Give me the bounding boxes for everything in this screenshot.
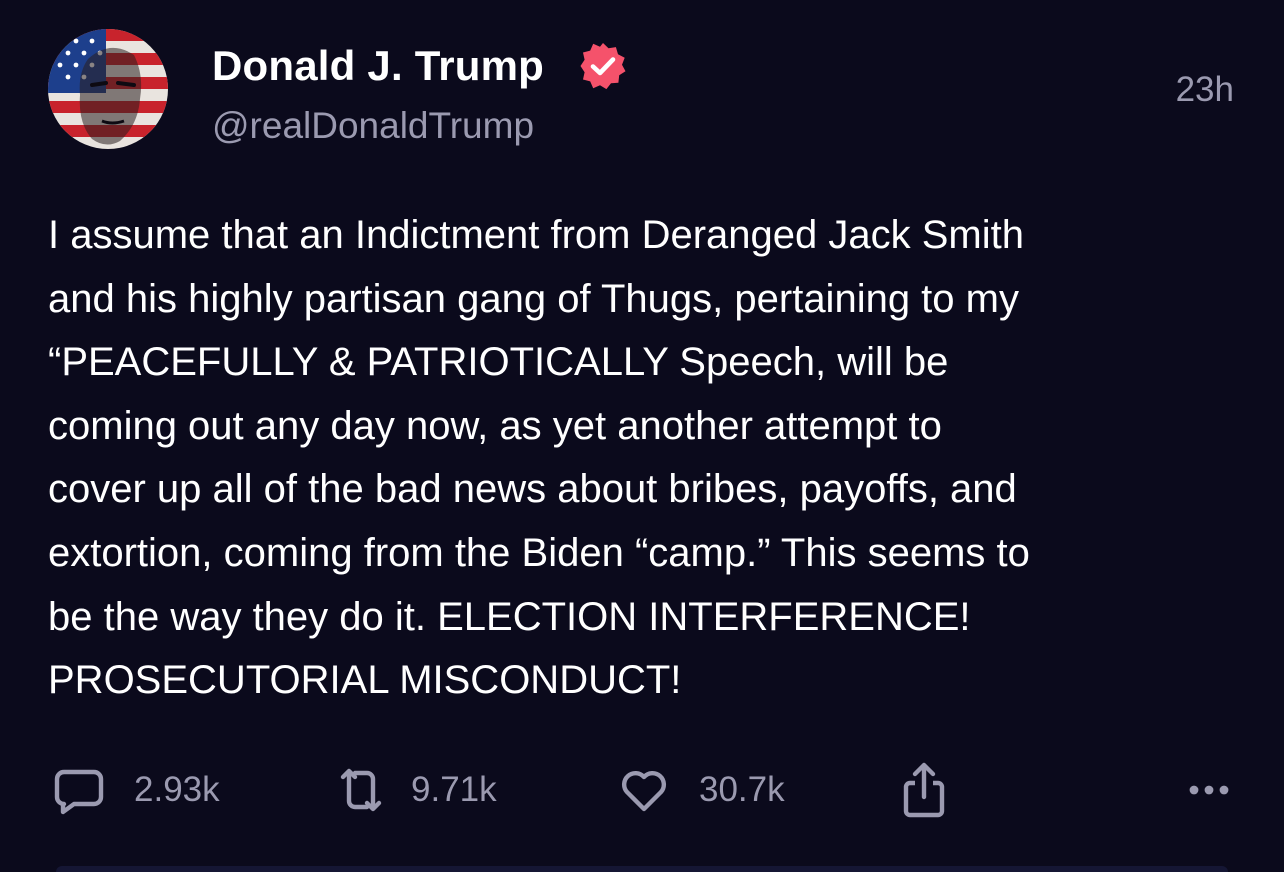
heart-icon <box>621 771 667 812</box>
post-action-bar: 2.93k 9.71k 30.7k <box>0 758 1284 822</box>
like-button[interactable]: 30.7k <box>617 758 785 822</box>
post-timestamp[interactable]: 23h <box>1176 66 1234 114</box>
post-body-line: “PEACEFULLY & PATRIOTICALLY Speech, will… <box>48 340 949 385</box>
post-body-line: be the way they do it. ELECTION INTERFER… <box>48 594 971 639</box>
post-body-line: I assume that an Indictment from Derange… <box>48 213 1024 257</box>
next-card-edge <box>56 866 1228 872</box>
like-count: 30.7k <box>699 770 785 809</box>
reply-icon <box>54 769 104 815</box>
more-options-button[interactable] <box>1186 770 1232 810</box>
avatar[interactable] <box>48 29 168 149</box>
verified-badge-icon <box>578 41 628 91</box>
repost-count: 9.71k <box>411 770 497 809</box>
post-body-line: coming out any day now, as yet another a… <box>48 403 942 448</box>
share-icon <box>903 762 945 818</box>
post-body-line: and his highly partisan gang of Thugs, p… <box>48 276 1019 321</box>
reply-button[interactable]: 2.93k <box>52 758 220 822</box>
author-handle[interactable]: @realDonaldTrump <box>212 101 534 151</box>
reply-count: 2.93k <box>134 770 220 809</box>
post-body: I assume that an Indictment from Derange… <box>48 204 1248 713</box>
flag-portrait-avatar-icon <box>48 29 168 149</box>
post-card: Donald J. Trump @realDonaldTrump 23h I a… <box>0 0 1284 872</box>
post-body-line: PROSECUTORIAL MISCONDUCT! <box>48 658 682 703</box>
share-button[interactable] <box>898 758 950 822</box>
author-display-name[interactable]: Donald J. Trump <box>212 38 544 94</box>
post-body-line: cover up all of the bad news about bribe… <box>48 467 1017 512</box>
post-body-line: extortion, coming from the Biden “camp.”… <box>48 530 1030 575</box>
more-options-icon <box>1189 785 1229 795</box>
repost-icon <box>340 768 382 812</box>
repost-button[interactable]: 9.71k <box>333 758 497 822</box>
